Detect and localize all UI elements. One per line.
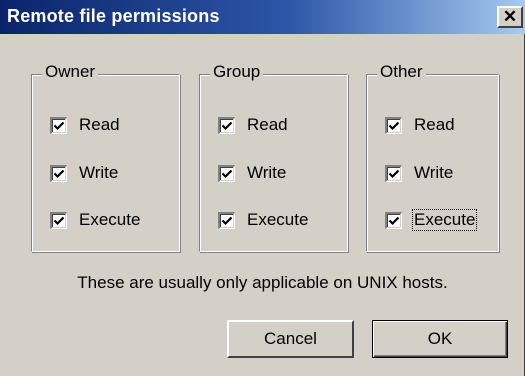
owner-write-checkbox[interactable]: Write xyxy=(50,162,119,184)
owner-write-label: Write xyxy=(79,163,119,182)
checkmark-icon[interactable] xyxy=(50,116,67,134)
title-bar[interactable]: Remote file permissions ✕ xyxy=(0,0,525,34)
group-execute-checkbox[interactable]: Execute xyxy=(218,209,309,231)
other-group-label: Other xyxy=(377,62,426,82)
owner-groupbox: Owner Read Write Execute xyxy=(31,62,180,252)
group-read-label: Read xyxy=(247,115,288,134)
owner-read-checkbox[interactable]: Read xyxy=(50,114,121,136)
group-write-checkbox[interactable]: Write xyxy=(218,162,287,184)
ok-button[interactable]: OK xyxy=(372,320,508,358)
unix-hint-text: These are usually only applicable on UNI… xyxy=(77,273,448,292)
other-execute-label: Execute xyxy=(411,209,478,231)
group-group-label: Group xyxy=(210,62,264,82)
checkmark-icon[interactable] xyxy=(218,164,235,182)
group-write-label: Write xyxy=(247,163,287,182)
group-read-checkbox[interactable]: Read xyxy=(218,114,289,136)
window-title: Remote file permissions xyxy=(7,6,220,26)
group-execute-label: Execute xyxy=(247,210,309,229)
checkmark-icon[interactable] xyxy=(218,116,235,134)
checkmark-icon[interactable] xyxy=(50,164,67,182)
owner-group-label: Owner xyxy=(42,62,99,82)
checkmark-icon[interactable] xyxy=(385,211,402,229)
close-icon: ✕ xyxy=(502,7,518,26)
other-write-label: Write xyxy=(414,163,454,182)
owner-read-label: Read xyxy=(79,115,120,134)
cancel-button[interactable]: Cancel xyxy=(227,320,354,358)
checkmark-icon[interactable] xyxy=(385,164,402,182)
permissions-dialog: Remote file permissions ✕ Owner Read Wri… xyxy=(0,0,525,376)
owner-execute-label: Execute xyxy=(79,210,141,229)
other-read-checkbox[interactable]: Read xyxy=(385,114,456,136)
other-groupbox: Other Read Write Execute xyxy=(366,62,499,252)
close-button[interactable]: ✕ xyxy=(497,6,523,28)
checkmark-icon[interactable] xyxy=(385,116,402,134)
other-execute-checkbox[interactable]: Execute xyxy=(385,209,478,231)
other-read-label: Read xyxy=(414,115,455,134)
owner-execute-checkbox[interactable]: Execute xyxy=(50,209,141,231)
other-write-checkbox[interactable]: Write xyxy=(385,162,454,184)
checkmark-icon[interactable] xyxy=(218,211,235,229)
group-groupbox: Group Read Write Execute xyxy=(199,62,348,252)
checkmark-icon[interactable] xyxy=(50,211,67,229)
